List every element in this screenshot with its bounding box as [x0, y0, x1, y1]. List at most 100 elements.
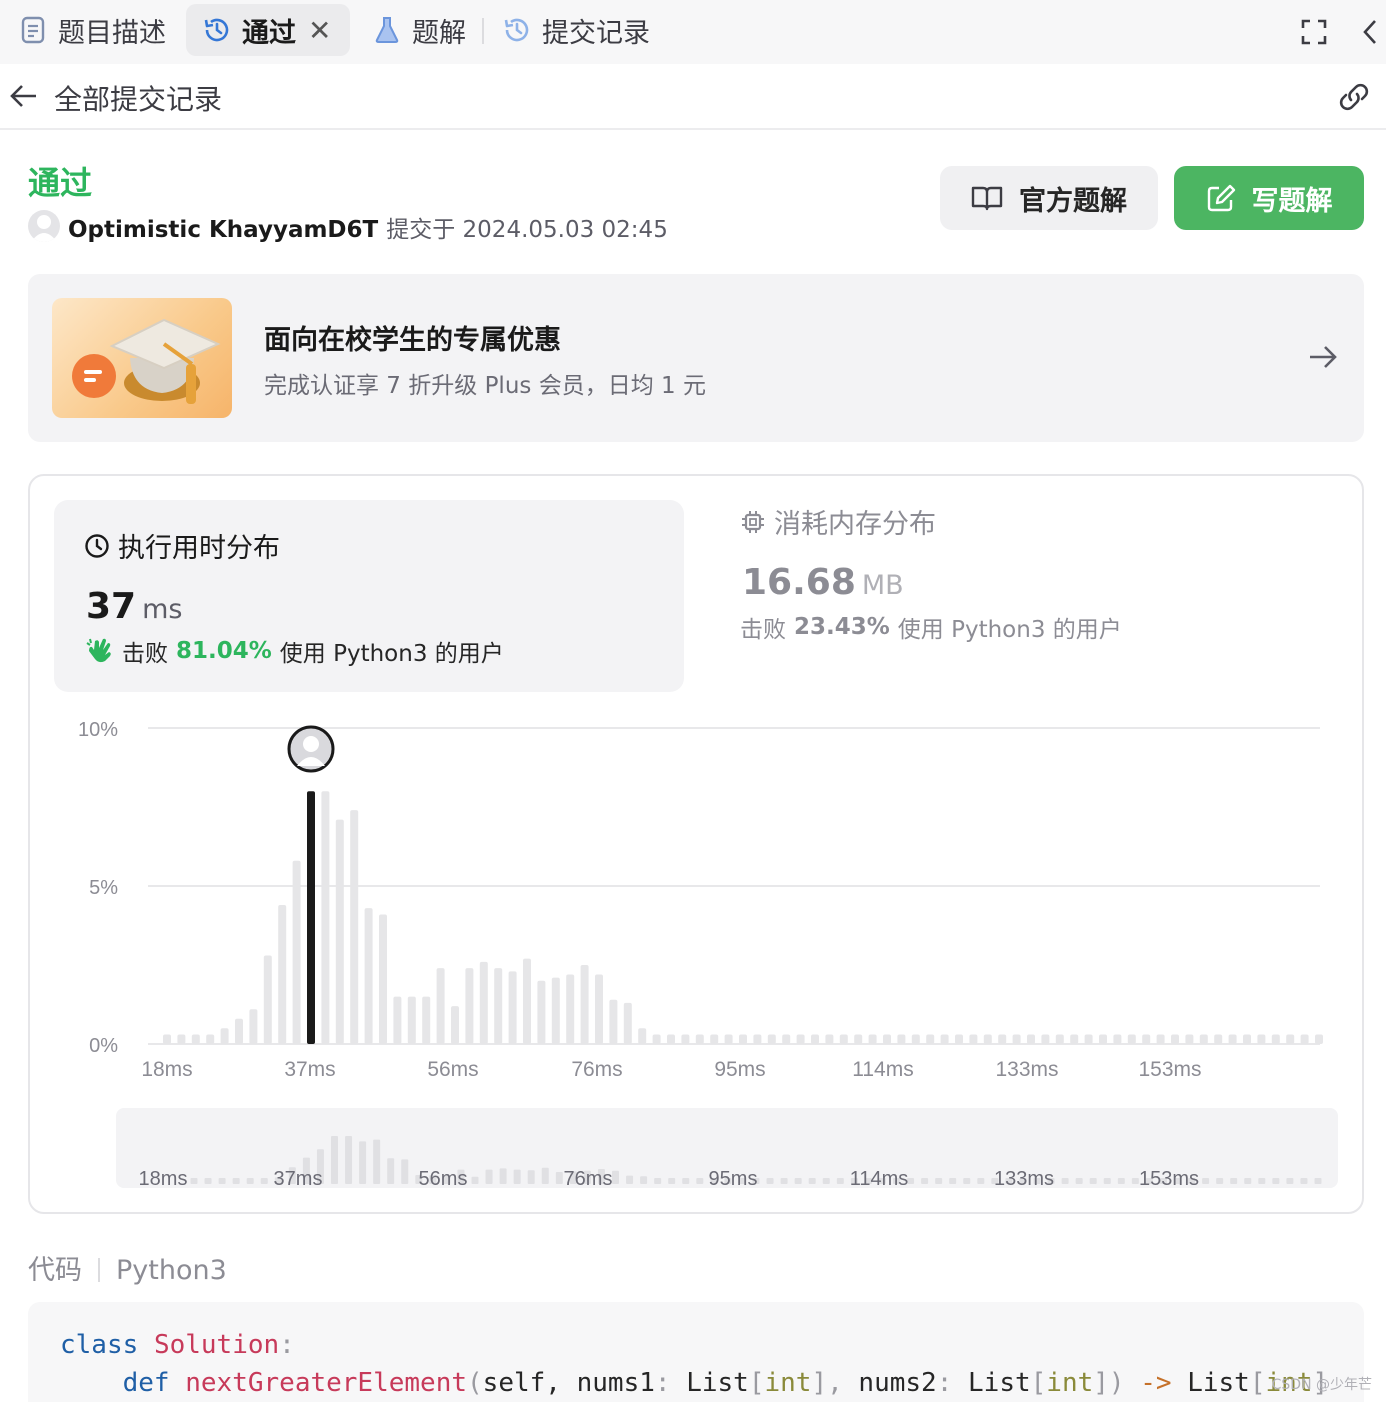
- bar: [897, 1034, 906, 1044]
- bar: [494, 968, 503, 1044]
- tab-description[interactable]: 题目描述: [18, 4, 166, 56]
- bar: [1185, 1034, 1194, 1044]
- bar: [969, 1034, 978, 1044]
- overview-bar: [921, 1178, 929, 1184]
- bar: [940, 1034, 949, 1044]
- bar: [1156, 1034, 1165, 1044]
- student-promo-banner[interactable]: 面向在校学生的专属优惠 完成认证享 7 折升级 Plus 会员，日均 1 元: [28, 274, 1364, 442]
- bar: [724, 1034, 733, 1044]
- bar: [926, 1034, 935, 1044]
- overview-bar: [1202, 1178, 1210, 1184]
- token: List: [968, 1368, 1031, 1398]
- token: class: [60, 1330, 139, 1360]
- flask-icon: [372, 15, 402, 45]
- bar: [883, 1034, 891, 1044]
- code-language: Python3: [116, 1255, 227, 1286]
- write-solution-button[interactable]: 写题解: [1174, 166, 1364, 230]
- bar: [451, 1006, 459, 1044]
- bar: [177, 1034, 186, 1044]
- overview-bar: [794, 1178, 802, 1184]
- overview-bar: [935, 1178, 943, 1184]
- overview-bar: [626, 1175, 634, 1184]
- runtime-distribution-chart[interactable]: 10% 5% 0% 18ms 37ms 56ms 76ms 95ms 114ms 133ms 15…: [30, 476, 1362, 1212]
- overview-label: 114ms: [850, 1168, 909, 1190]
- selected-bar: [307, 791, 315, 1044]
- overview-bar: [977, 1178, 985, 1184]
- bar: [523, 958, 531, 1044]
- overview-label: 76ms: [564, 1168, 613, 1190]
- submitter-line: Optimistic KhayyamD6T 提交于 2024.05.03 02:4…: [68, 210, 668, 244]
- official-solution-button[interactable]: 官方题解: [940, 166, 1158, 230]
- bar: [1055, 1034, 1064, 1044]
- tab-accepted[interactable]: 通过 ✕: [186, 4, 350, 56]
- bar: [1243, 1034, 1251, 1044]
- x-tick-label: 18ms: [141, 1058, 192, 1081]
- bar: [710, 1034, 719, 1044]
- bar: [1214, 1034, 1223, 1044]
- bar: [839, 1034, 848, 1044]
- token: ],: [811, 1368, 843, 1398]
- bar: [1041, 1034, 1050, 1044]
- overview-bar: [640, 1176, 648, 1184]
- bar: [1271, 1034, 1280, 1044]
- history-icon: [202, 15, 232, 45]
- overview-label: 133ms: [994, 1168, 1054, 1190]
- overview-bar: [1117, 1178, 1125, 1184]
- bar: [854, 1034, 863, 1044]
- arrow-right-icon[interactable]: [1306, 340, 1340, 374]
- overview-bar: [345, 1136, 353, 1184]
- link-icon[interactable]: [1336, 80, 1372, 114]
- token: int: [764, 1368, 812, 1398]
- overview-bar: [780, 1178, 788, 1184]
- overview-bar: [682, 1178, 690, 1184]
- book-icon: [971, 186, 1003, 211]
- bar: [1171, 1034, 1179, 1044]
- bar: [1099, 1034, 1107, 1044]
- bar: [191, 1034, 200, 1044]
- overview-bar: [246, 1178, 254, 1184]
- overview-label: 37ms: [274, 1168, 323, 1190]
- overview-label: 95ms: [709, 1168, 758, 1190]
- tab-solutions[interactable]: 题解: [372, 4, 466, 56]
- code-line-1: class Solution:: [60, 1330, 295, 1360]
- code-heading: 代码 Python3: [28, 1248, 227, 1287]
- overview-bar: [359, 1141, 367, 1184]
- x-tick-label: 114ms: [852, 1058, 913, 1081]
- bar: [479, 961, 488, 1044]
- submission-header: 全部提交记录: [0, 64, 1386, 130]
- back-arrow-icon[interactable]: [8, 80, 40, 112]
- overview-bar: [949, 1178, 957, 1184]
- overview-bar: [822, 1178, 830, 1184]
- overview-bar: [499, 1168, 507, 1184]
- all-submissions-title[interactable]: 全部提交记录: [54, 78, 222, 118]
- overview-bar: [1286, 1178, 1294, 1184]
- avatar[interactable]: [28, 210, 60, 242]
- bar: [955, 1034, 963, 1044]
- x-tick-label: 95ms: [714, 1058, 765, 1081]
- bar: [868, 1034, 877, 1044]
- x-tick-label: 76ms: [571, 1058, 622, 1081]
- code-block[interactable]: class Solution: def nextGreaterElement(s…: [28, 1302, 1364, 1402]
- tab-label: 题目描述: [58, 17, 166, 49]
- fullscreen-icon[interactable]: [1296, 14, 1332, 50]
- bar: [393, 996, 402, 1044]
- edit-icon: [1207, 184, 1235, 212]
- bar: [623, 1002, 632, 1044]
- collapse-chevron-left-icon[interactable]: [1352, 14, 1386, 50]
- overview-bar: [808, 1178, 816, 1184]
- token: :: [936, 1368, 953, 1398]
- bar: [278, 904, 287, 1044]
- tab-submissions[interactable]: 提交记录: [502, 4, 650, 56]
- overview-bar: [471, 1176, 479, 1184]
- overview-bar: [1244, 1178, 1252, 1184]
- close-icon[interactable]: ✕: [308, 14, 331, 47]
- overview-bar: [260, 1178, 268, 1184]
- overview-bar: [1258, 1178, 1266, 1184]
- overview-bar: [1061, 1178, 1069, 1184]
- bar: [1142, 1034, 1151, 1044]
- user-name[interactable]: Optimistic KhayyamD6T: [68, 217, 378, 243]
- token: :: [654, 1368, 671, 1398]
- x-axis-labels: 18ms 37ms 56ms 76ms 95ms 114ms 133ms 153ms: [141, 1058, 1201, 1081]
- x-tick-label: 56ms: [427, 1058, 478, 1081]
- bar: [1113, 1034, 1122, 1044]
